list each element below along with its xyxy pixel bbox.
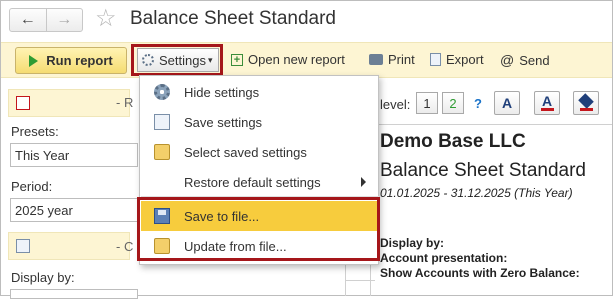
back-arrow-icon: ←: [19, 11, 36, 28]
zero-balance-heading: Show Accounts with Zero Balance:: [380, 266, 580, 280]
menu-item-restore-default-settings[interactable]: Restore default settings: [141, 167, 379, 197]
send-button[interactable]: @ Send: [500, 52, 550, 68]
export-button[interactable]: Export: [430, 52, 484, 67]
options-section-label: - C: [116, 239, 134, 254]
printer-icon: [369, 54, 383, 65]
open-new-report-button[interactable]: + Open new report: [231, 52, 345, 67]
period-field[interactable]: 2025 year: [10, 198, 138, 222]
save-settings-icon: [154, 114, 170, 130]
presets-field[interactable]: This Year: [10, 143, 138, 167]
file-actions-highlight-frame: [137, 197, 380, 261]
paint-bucket-icon: [578, 93, 594, 109]
menu-item-label: Save settings: [184, 114, 263, 130]
options-icon: [16, 239, 30, 253]
at-sign-icon: @: [500, 52, 515, 68]
report-period: 01.01.2025 - 31.12.2025 (This Year): [380, 186, 573, 200]
period-label: Period:: [11, 179, 53, 194]
display-by-label: Display by:: [11, 270, 75, 285]
gear-icon: [154, 84, 170, 100]
display-by-heading: Display by:: [380, 236, 445, 250]
options-section-header[interactable]: [8, 232, 130, 260]
export-icon: [430, 53, 441, 66]
fill-color-button[interactable]: [573, 91, 599, 115]
print-label: Print: [388, 52, 415, 67]
report-grid-line: [345, 280, 375, 281]
play-icon: [29, 54, 39, 67]
color-underline: [541, 108, 554, 111]
forward-arrow-icon: →: [56, 11, 73, 28]
help-link[interactable]: ?: [474, 96, 482, 111]
report-settings-icon: [16, 96, 30, 110]
forward-button[interactable]: →: [45, 9, 83, 31]
favorite-star-icon[interactable]: ☆: [95, 5, 117, 33]
level-1-button[interactable]: 1: [416, 92, 438, 114]
page-title: Balance Sheet Standard: [130, 8, 336, 29]
submenu-arrow-icon: [361, 177, 366, 187]
run-report-label: Run report: [46, 53, 113, 68]
run-report-button[interactable]: Run report: [15, 47, 127, 74]
folder-gear-icon: [154, 144, 170, 160]
settings-highlight-frame: [131, 44, 223, 76]
font-button[interactable]: A: [494, 91, 520, 115]
text-color-letter: A: [541, 93, 553, 109]
level-2-button[interactable]: 2: [442, 92, 464, 114]
presets-label: Presets:: [11, 124, 59, 139]
export-label: Export: [446, 52, 484, 67]
print-button[interactable]: Print: [369, 52, 415, 67]
menu-item-select-saved-settings[interactable]: Select saved settings: [141, 137, 379, 167]
company-name: Demo Base LLC: [380, 131, 526, 152]
font-letter: A: [501, 95, 513, 111]
report-section-header[interactable]: [8, 89, 130, 117]
menu-item-label: Hide settings: [184, 84, 260, 100]
report-grid-line: [345, 262, 346, 296]
menu-item-save-settings[interactable]: Save settings: [141, 107, 379, 137]
report-section-label: - R: [116, 95, 134, 110]
plus-icon: +: [231, 53, 243, 66]
account-presentation-heading: Account presentation:: [380, 251, 508, 265]
open-new-report-label: Open new report: [248, 52, 345, 67]
fill-underline: [580, 108, 593, 111]
report-top-border: [370, 124, 612, 125]
menu-item-label: Select saved settings: [184, 144, 307, 160]
send-label: Send: [519, 52, 550, 68]
level-label: level:: [380, 97, 411, 112]
menu-item-label: Restore default settings: [184, 174, 321, 190]
display-by-field[interactable]: [10, 289, 138, 299]
back-button[interactable]: ←: [10, 9, 46, 31]
report-title: Balance Sheet Standard: [380, 160, 586, 181]
nav-buttons: ← →: [9, 8, 83, 32]
menu-item-hide-settings[interactable]: Hide settings: [141, 77, 379, 107]
text-color-button[interactable]: A: [534, 91, 560, 115]
